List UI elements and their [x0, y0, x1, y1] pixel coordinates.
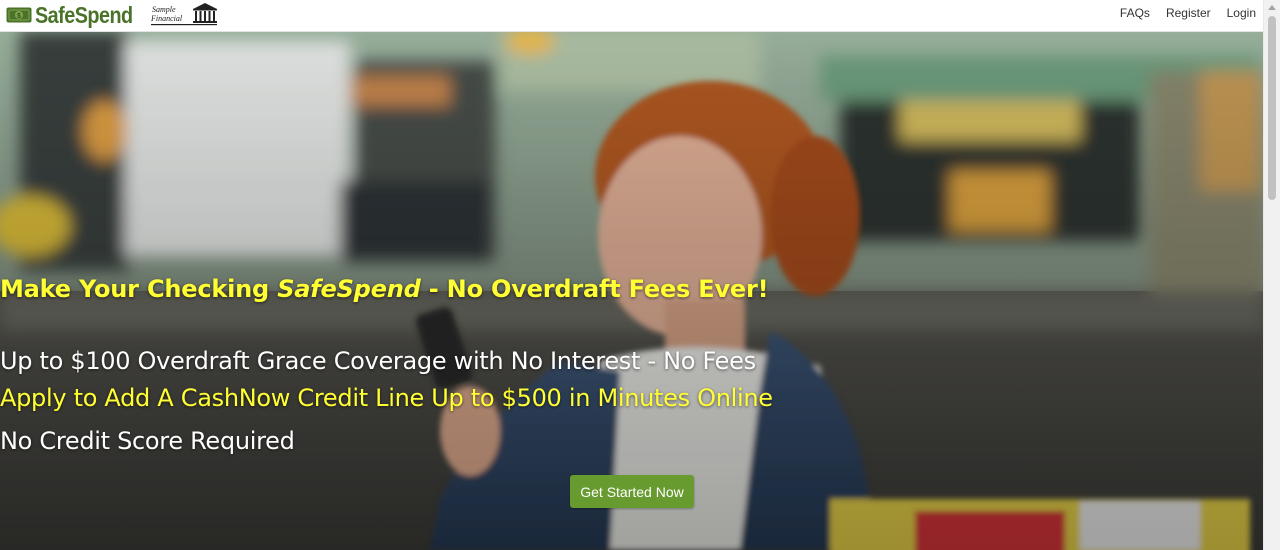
hero-no-credit-score-text: No Credit Score Required — [0, 427, 295, 455]
page: $ SafeSpend Sample Financial FAQs Regist… — [0, 0, 1280, 550]
get-started-button[interactable]: Get Started Now — [570, 475, 694, 508]
brand-logo[interactable]: $ SafeSpend — [6, 1, 148, 29]
top-navbar: $ SafeSpend Sample Financial FAQs Regist… — [0, 0, 1264, 32]
hero-headline: Make Your Checking SafeSpend - No Overdr… — [0, 275, 1264, 303]
scroll-up-arrow-icon[interactable] — [1268, 5, 1276, 10]
hero-credit-line-text: Apply to Add A CashNow Credit Line Up to… — [0, 384, 773, 412]
nav-faqs-link[interactable]: FAQs — [1120, 6, 1150, 20]
partner-logo-word-1: Sample — [152, 5, 176, 14]
svg-text:$: $ — [17, 13, 21, 20]
hero-banner: Make Your Checking SafeSpend - No Overdr… — [0, 31, 1264, 550]
headline-suffix: - No Overdraft Fees Ever! — [420, 275, 769, 303]
nav-register-link[interactable]: Register — [1166, 6, 1211, 20]
bank-building-icon — [193, 3, 217, 23]
scrollbar-thumb[interactable] — [1268, 16, 1276, 200]
hero-grace-coverage-text: Up to $100 Overdraft Grace Coverage with… — [0, 347, 756, 375]
nav-login-link[interactable]: Login — [1227, 6, 1256, 20]
money-bill-icon: $ — [6, 7, 32, 23]
page-scrollbar[interactable] — [1263, 0, 1280, 550]
nav-links: FAQs Register Login — [1104, 0, 1256, 26]
partner-bank-logo: Sample Financial — [150, 3, 217, 26]
headline-prefix: Make Your Checking — [0, 275, 278, 303]
partner-logo-word-2: Financial — [150, 14, 183, 23]
brand-name: SafeSpend — [35, 1, 133, 28]
headline-brand-emphasis: SafeSpend — [277, 275, 421, 303]
